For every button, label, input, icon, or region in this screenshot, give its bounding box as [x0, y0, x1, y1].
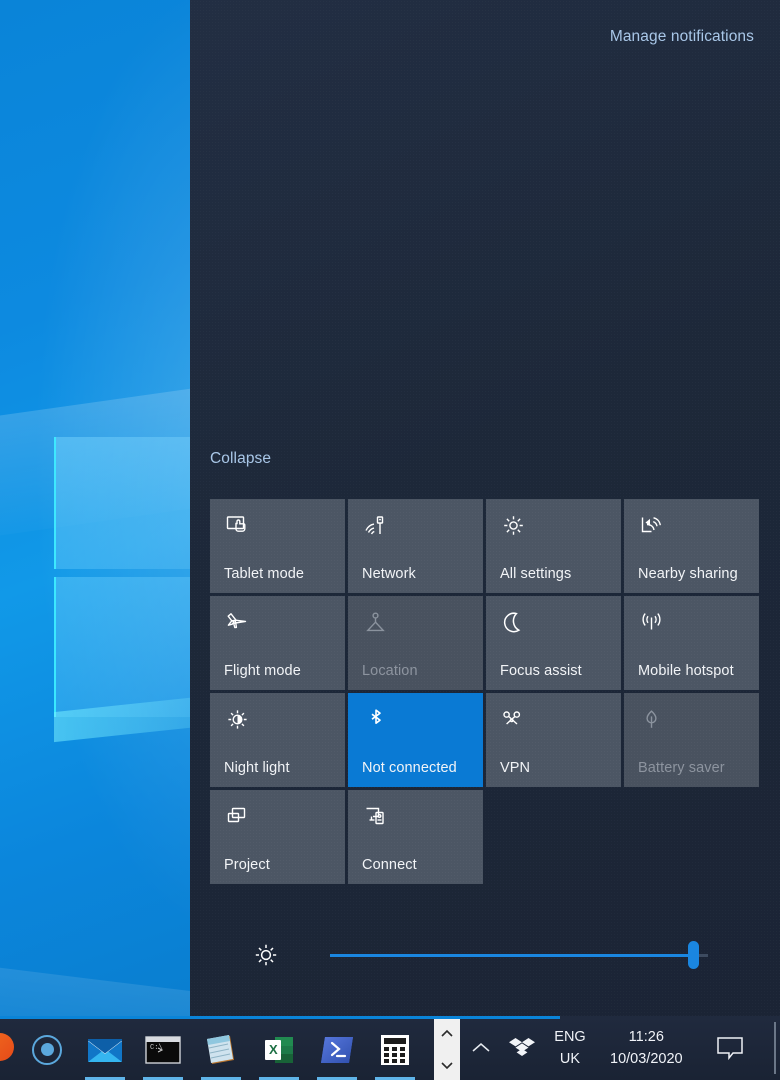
clock[interactable]: 11:26 10/03/2020 [596, 1016, 697, 1080]
tile-label: VPN [500, 760, 530, 776]
excel-icon: X [263, 1034, 295, 1066]
tile-label: Mobile hotspot [638, 663, 734, 679]
tile-label: All settings [500, 566, 571, 582]
crescent-moon-icon [500, 609, 528, 637]
quick-action-tile-network[interactable]: Network [348, 499, 483, 593]
action-center-button[interactable] [700, 1016, 760, 1080]
taskbar-app-icons: C:\ [0, 1019, 424, 1080]
desktop-wallpaper[interactable] [0, 0, 190, 1016]
wallpaper-sheen [0, 0, 190, 1016]
tile-label: Focus assist [500, 663, 582, 679]
notification-bubble-icon [714, 1034, 746, 1062]
tile-label: Location [362, 663, 418, 679]
tablet-mode-icon [224, 512, 252, 540]
quick-action-tile-project[interactable]: Project [210, 790, 345, 884]
chevron-down-icon[interactable] [439, 1058, 455, 1072]
collapse-link[interactable]: Collapse [210, 450, 271, 468]
quick-action-tile-bluetooth[interactable]: Not connected [348, 693, 483, 787]
tile-label: Night light [224, 760, 290, 776]
quick-action-tile-flight-mode[interactable]: Flight mode [210, 596, 345, 690]
tile-label: Tablet mode [224, 566, 304, 582]
clock-date: 10/03/2020 [610, 1048, 683, 1070]
quick-action-tile-connect[interactable]: Connect [348, 790, 483, 884]
gear-icon [500, 512, 528, 540]
project-screens-icon [224, 803, 252, 831]
tile-label: Battery saver [638, 760, 725, 776]
notepad-icon [204, 1034, 238, 1066]
action-center-panel: Manage notifications Collapse Tablet mod… [190, 0, 780, 1016]
taskbar-app-mail[interactable] [76, 1019, 134, 1080]
taskbar-app-calculator[interactable] [366, 1019, 424, 1080]
system-tray: ENG UK 11:26 10/03/2020 [462, 1016, 697, 1080]
brightness-control-row [210, 932, 766, 978]
quick-action-tile-battery-saver[interactable]: Battery saver [624, 693, 759, 787]
quick-actions-grid: Tablet mode Network [210, 499, 766, 884]
language-line-1: ENG [554, 1026, 585, 1048]
scroll-spinner[interactable] [434, 1019, 460, 1080]
language-line-2: UK [560, 1048, 580, 1070]
language-indicator[interactable]: ENG UK [544, 1016, 596, 1080]
taskbar-app-notepad[interactable] [192, 1019, 250, 1080]
brightness-sun-icon [252, 941, 280, 969]
show-hidden-icons-button[interactable] [462, 1016, 500, 1080]
powershell-icon [320, 1035, 354, 1065]
quick-action-tile-vpn[interactable]: VPN [486, 693, 621, 787]
tray-icon-dropbox[interactable] [500, 1016, 544, 1080]
nearby-sharing-icon [638, 512, 666, 540]
slider-thumb[interactable] [688, 941, 699, 969]
hotspot-icon [638, 609, 666, 637]
tile-label: Project [224, 857, 270, 873]
quick-action-tile-all-settings[interactable]: All settings [486, 499, 621, 593]
tile-label: Flight mode [224, 663, 301, 679]
quick-action-tile-night-light[interactable]: Night light [210, 693, 345, 787]
quick-action-tile-focus-assist[interactable]: Focus assist [486, 596, 621, 690]
taskbar-app-excel[interactable]: X [250, 1019, 308, 1080]
show-hidden-icons-chevron-icon [470, 1041, 492, 1055]
tile-label: Connect [362, 857, 417, 873]
clock-time: 11:26 [629, 1026, 664, 1048]
slider-fill [330, 954, 693, 957]
tile-label: Nearby sharing [638, 566, 738, 582]
connect-device-icon [362, 803, 390, 831]
taskbar-app-cortana[interactable] [18, 1019, 76, 1080]
command-prompt-icon: C:\ [145, 1035, 181, 1065]
location-pin-icon [362, 609, 390, 637]
chevron-up-icon[interactable] [439, 1027, 455, 1041]
dropbox-icon [508, 1035, 536, 1061]
brightness-slider[interactable] [330, 932, 708, 978]
tile-label: Network [362, 566, 416, 582]
quick-action-tile-location[interactable]: Location [348, 596, 483, 690]
leaf-icon [638, 706, 666, 734]
bluetooth-icon [362, 706, 390, 734]
screen: Manage notifications Collapse Tablet mod… [0, 0, 780, 1080]
quick-action-tile-nearby-sharing[interactable]: Nearby sharing [624, 499, 759, 593]
quick-action-tile-mobile-hotspot[interactable]: Mobile hotspot [624, 596, 759, 690]
taskbar-app-command-prompt[interactable]: C:\ [134, 1019, 192, 1080]
svg-text:X: X [269, 1042, 278, 1057]
manage-notifications-link[interactable]: Manage notifications [610, 28, 754, 46]
sun-icon [224, 706, 252, 734]
airplane-icon [224, 609, 252, 637]
network-wifi-icon [362, 512, 390, 540]
show-desktop-strip[interactable] [774, 1022, 776, 1074]
calculator-icon [380, 1034, 410, 1066]
mail-icon [87, 1036, 123, 1064]
tile-label: Not connected [362, 760, 457, 776]
quick-action-tile-tablet-mode[interactable]: Tablet mode [210, 499, 345, 593]
cortana-icon [32, 1035, 62, 1065]
vpn-key-icon [500, 706, 528, 734]
taskbar-app-powershell[interactable] [308, 1019, 366, 1080]
